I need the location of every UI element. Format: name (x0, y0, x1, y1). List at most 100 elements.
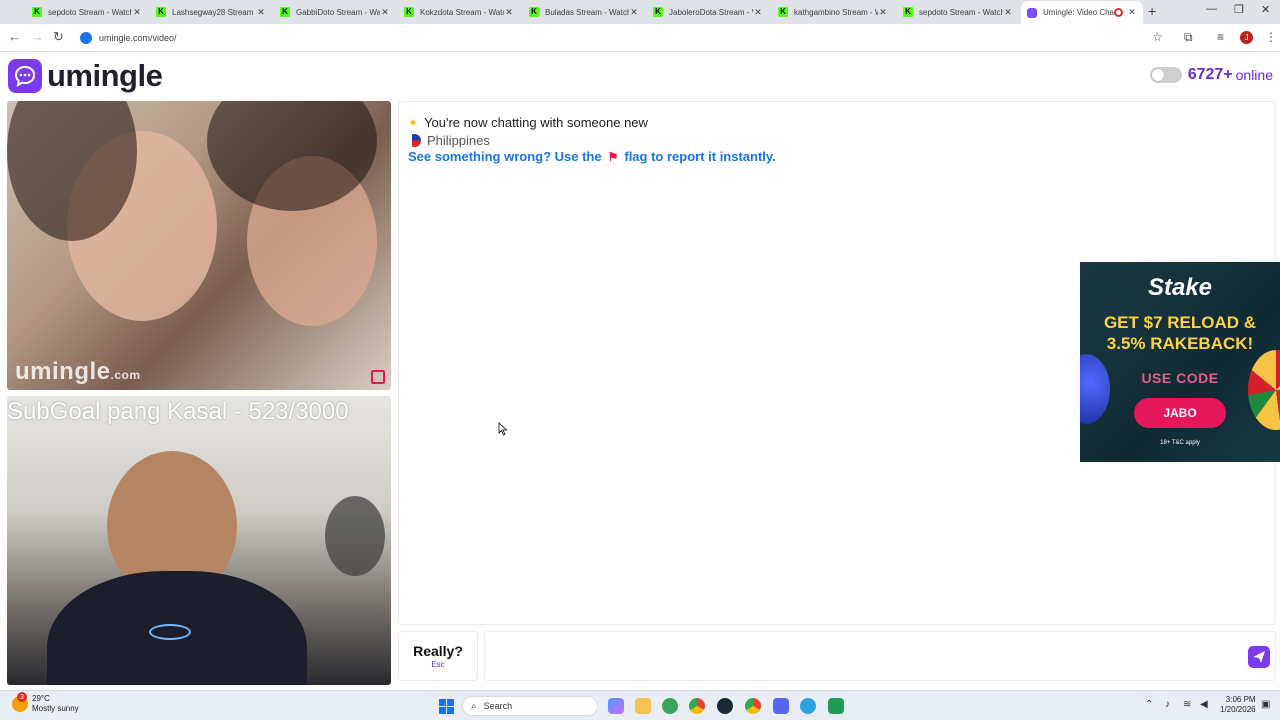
tab-title: sepdoto Stream - Watch (48, 7, 132, 17)
kick-favicon-icon: K (778, 7, 788, 17)
tray-chevron-icon[interactable]: ⌃ (1145, 699, 1153, 710)
system-clock[interactable]: 3:06 PM 1/20/2026 (1220, 695, 1256, 715)
restore-icon[interactable]: ❐ (1234, 3, 1244, 16)
browser-tab[interactable]: K Buladas Stream - Watch ✕ (523, 2, 645, 22)
windows-start-icon[interactable] (439, 699, 454, 714)
browser-tab[interactable]: K Kokzdota Stream - Watch ✕ (398, 2, 520, 22)
file-explorer-icon[interactable] (635, 698, 651, 714)
profile-avatar[interactable]: J (1240, 31, 1253, 44)
address-bar[interactable]: umingle.com/video/ (74, 27, 1174, 49)
stake-advertisement[interactable]: Stake GET $7 RELOAD & 3.5% RAKEBACK! USE… (1080, 262, 1280, 462)
chrome-profile-icon[interactable] (662, 698, 678, 714)
skip-button[interactable]: Really? Esc (398, 631, 478, 681)
send-button[interactable] (1248, 646, 1270, 668)
close-tab-icon[interactable]: ✕ (878, 7, 888, 18)
bookmark-star-icon[interactable]: ☆ (1152, 30, 1163, 44)
volume-icon[interactable]: ◀ (1200, 699, 1208, 710)
sparkle-icon: ✦ (408, 115, 419, 130)
reload-icon[interactable]: ↻ (53, 29, 64, 45)
tab-title: Buladas Stream - Watch (545, 7, 629, 17)
tab-title: Lashsegway28 Stream - W (172, 7, 256, 17)
close-tab-icon[interactable]: ✕ (504, 7, 514, 18)
chrome-active-icon[interactable] (745, 698, 761, 714)
message-input[interactable] (484, 631, 1276, 681)
self-video: SubGoal pang Kasal - 523/3000 (7, 396, 391, 685)
browser-toolbar: ← → ↻ umingle.com/video/ ☆ ⧉ ≡ J ⋮ (0, 24, 1280, 52)
os-taskbar: 3 29°C Mostly sunny ⌕ Search ⌃ ♪ ≋ ◀ 3:0… (0, 690, 1280, 720)
notification-icon[interactable]: ▣ (1261, 699, 1270, 710)
weather-widget[interactable]: 3 29°C Mostly sunny (12, 692, 79, 714)
copilot-icon[interactable] (608, 698, 624, 714)
browser-tab-bar: K sepdoto Stream - Watch ✕ K Lashsegway2… (0, 0, 1280, 24)
browser-tab[interactable]: K sepdoto Stream - Watch ✕ (897, 2, 1019, 22)
theme-toggle[interactable] (1149, 67, 1182, 83)
ad-fine-print: 18+ T&C apply (1160, 440, 1200, 446)
clock-time: 3:06 PM (1225, 695, 1256, 704)
wifi-icon[interactable]: ≋ (1183, 699, 1191, 710)
chrome-icon[interactable] (689, 698, 705, 714)
skip-button-hint: Esc (431, 660, 445, 669)
close-window-icon[interactable]: ✕ (1261, 3, 1270, 16)
report-hint-pre: See something wrong? Use the (408, 149, 602, 164)
new-tab-icon[interactable]: + (1148, 3, 1156, 19)
browser-tab[interactable]: K JaboleroDota Stream - W ✕ (647, 2, 769, 22)
tab-title: kathgambino Stream - W (794, 7, 878, 17)
site-logo[interactable]: umingle (8, 58, 163, 94)
menu-icon[interactable]: ⋮ (1265, 30, 1277, 44)
back-icon[interactable]: ← (8, 29, 21, 44)
weather-badge: 3 (17, 692, 27, 702)
close-tab-icon[interactable]: ✕ (132, 7, 142, 18)
weather-sun-icon: 3 (12, 692, 28, 712)
close-tab-icon[interactable]: ✕ (256, 7, 266, 18)
ad-ball-graphic (1080, 354, 1110, 424)
discord-icon[interactable] (773, 698, 789, 714)
online-label: online (1235, 67, 1273, 83)
recording-icon (1114, 8, 1123, 17)
tab-title: Umingle: Video Chat (1043, 8, 1114, 17)
browser-tab[interactable]: K sepdoto Stream - Watch ✕ (26, 2, 148, 22)
ad-code-label: USE CODE (1141, 370, 1219, 386)
kick-favicon-icon: K (404, 7, 414, 17)
tab-title: sepdoto Stream - Watch (919, 7, 1003, 17)
tab-title: GabbiDoto Stream - Watch (296, 7, 380, 17)
app-icon[interactable] (828, 698, 844, 714)
ad-wheel-graphic (1248, 350, 1280, 430)
kick-favicon-icon: K (529, 7, 539, 17)
red-flag-icon: ⚑ (607, 149, 619, 164)
stream-overlay-text: SubGoal pang Kasal - 523/3000 (7, 398, 349, 425)
browser-tab[interactable]: K GabbiDoto Stream - Watch ✕ (274, 2, 396, 22)
close-tab-icon[interactable]: ✕ (1003, 7, 1013, 18)
weather-desc: Mostly sunny (32, 704, 79, 713)
site-info-icon[interactable] (80, 32, 92, 44)
browser-tab[interactable]: K Lashsegway28 Stream - W ✕ (150, 2, 272, 22)
report-hint: See something wrong? Use the ⚑ flag to r… (408, 149, 776, 164)
minimize-icon[interactable]: — (1206, 3, 1217, 15)
chat-bubble-icon (8, 59, 42, 93)
online-indicator: 6727+ online (1149, 66, 1273, 84)
taskbar-search[interactable]: ⌕ Search (462, 696, 598, 716)
browser-tab[interactable]: K kathgambino Stream - W ✕ (772, 2, 894, 22)
forward-icon[interactable]: → (31, 29, 44, 44)
microphone-icon[interactable]: ♪ (1165, 699, 1170, 710)
telegram-icon[interactable] (800, 698, 816, 714)
close-tab-icon[interactable]: ✕ (629, 7, 639, 18)
close-tab-icon[interactable]: ✕ (1127, 7, 1137, 18)
tab-title: Kokzdota Stream - Watch (420, 7, 504, 17)
chat-country-line: Philippines (408, 133, 490, 148)
url-text[interactable]: umingle.com/video/ (99, 33, 177, 43)
media-control-icon[interactable]: ≡ (1217, 30, 1224, 44)
report-flag-icon[interactable] (371, 370, 385, 384)
steam-icon[interactable] (717, 698, 733, 714)
close-tab-icon[interactable]: ✕ (380, 7, 390, 18)
browser-tab-active[interactable]: Umingle: Video Chat ✕ (1021, 1, 1143, 24)
online-count: 6727+ (1187, 66, 1233, 83)
skip-button-label: Really? (413, 643, 463, 659)
philippines-flag-icon (408, 134, 421, 147)
ad-code-button[interactable]: JABO (1134, 398, 1226, 428)
search-label: Search (483, 701, 513, 711)
tab-title: JaboleroDota Stream - W (669, 7, 753, 17)
close-tab-icon[interactable]: ✕ (753, 7, 763, 18)
extensions-icon[interactable]: ⧉ (1184, 30, 1193, 45)
kick-favicon-icon: K (903, 7, 913, 17)
kick-favicon-icon: K (156, 7, 166, 17)
